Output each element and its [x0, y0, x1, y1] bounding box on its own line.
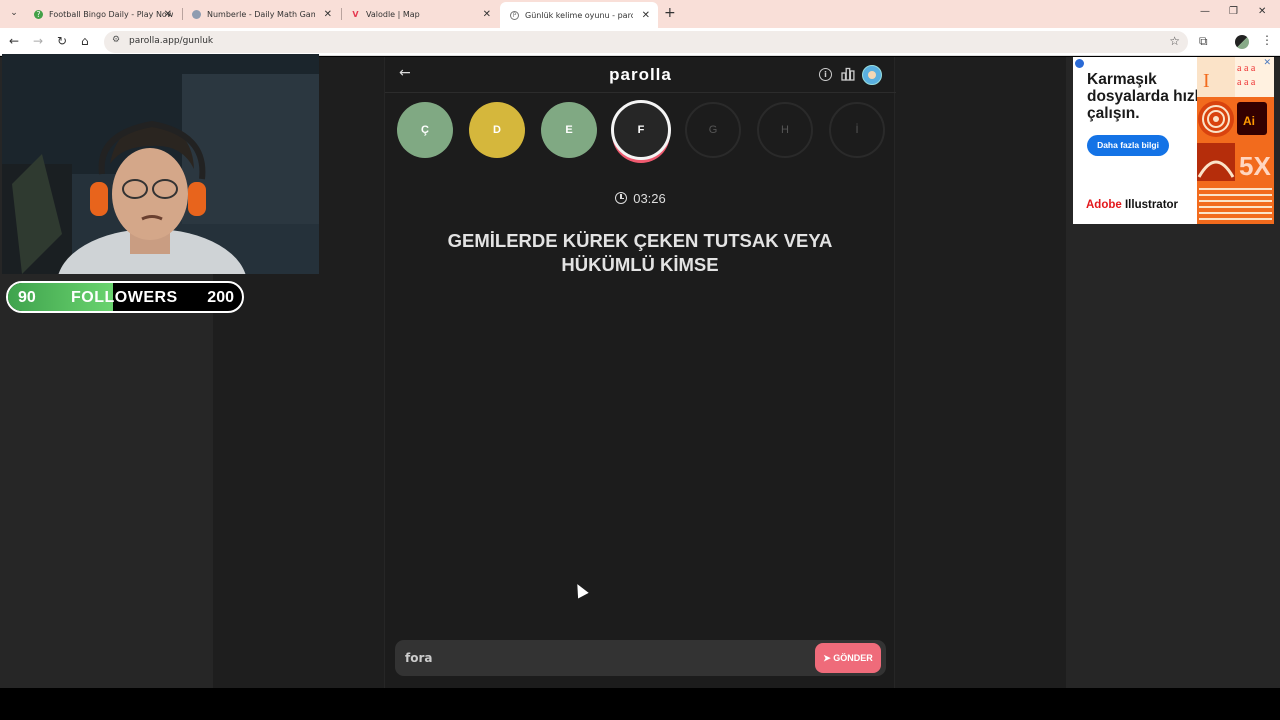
followers-current: 90 — [18, 289, 36, 306]
letter-circle: D — [469, 102, 525, 158]
ad-learn-more-button[interactable]: Daha fazla bilgi — [1087, 135, 1169, 156]
tab-title: Football Bingo Daily - Play Now — [49, 9, 174, 19]
valodle-favicon-icon: V — [352, 9, 359, 19]
webcam-feed — [2, 54, 319, 274]
tab-numberle[interactable]: Numberle - Daily Math Game & ✕ — [182, 3, 340, 25]
current-letter-circle: F — [611, 100, 671, 160]
ad-choices-icon[interactable] — [1075, 59, 1084, 68]
profile-avatar[interactable] — [1235, 35, 1249, 49]
close-tab-icon[interactable]: ✕ — [164, 9, 172, 20]
send-icon: ➤ — [823, 653, 834, 663]
svg-text:a a a: a a a — [1237, 77, 1256, 88]
ad-brand-product: Illustrator — [1124, 199, 1179, 211]
followers-goal: 200 — [207, 289, 234, 306]
letter-circle: Ç — [397, 102, 453, 158]
send-button[interactable]: ➤ GÖNDER — [815, 643, 881, 673]
game-panel: ← parolla i Ç D E F G H İ 03:26 GEMİLERD… — [384, 57, 896, 688]
tab-valodle[interactable]: V Valodle | Map ✕ — [341, 3, 499, 25]
ad-headline: Karmaşık dosyalarda hızlı çalışın. — [1087, 71, 1204, 122]
question-text: GEMİLERDE KÜREK ÇEKEN TUTSAK VEYA HÜKÜML… — [447, 230, 833, 275]
svg-text:a a a: a a a — [1237, 63, 1256, 74]
timer-value: 03:26 — [633, 191, 666, 206]
stats-icon[interactable] — [841, 67, 855, 81]
clock-icon — [615, 192, 628, 204]
close-tab-icon[interactable]: ✕ — [642, 10, 650, 21]
followers-label: FOLLOWERS — [71, 289, 178, 306]
bottom-strip — [0, 688, 1280, 720]
answer-form: ➤ GÖNDER — [395, 640, 886, 676]
send-label: GÖNDER — [833, 653, 873, 663]
tab-title: Valodle | Map — [366, 9, 420, 19]
football-bingo-favicon-icon: ? — [34, 9, 43, 19]
close-tab-icon[interactable]: ✕ — [483, 9, 491, 20]
tab-title: Günlük kelime oyunu - parolla — [525, 10, 633, 20]
svg-text:I: I — [1203, 70, 1210, 92]
back-icon[interactable]: ← — [9, 34, 19, 48]
ad-brand-prefix: Adobe — [1086, 199, 1122, 211]
close-tab-icon[interactable]: ✕ — [324, 9, 332, 20]
minimize-icon[interactable]: — — [1200, 6, 1210, 17]
site-info-icon[interactable]: ⚙ — [112, 35, 120, 45]
reload-icon[interactable]: ↻ — [57, 34, 67, 48]
timer: 03:26 — [385, 191, 896, 206]
user-avatar[interactable] — [862, 65, 882, 85]
menu-icon[interactable]: ⋮ — [1261, 33, 1273, 47]
letter-circle: İ — [829, 102, 885, 158]
close-window-icon[interactable]: ✕ — [1258, 6, 1266, 17]
ad-artwork: I a a a a a a Ai 5X — [1197, 57, 1274, 224]
ad-close-icon[interactable]: ✕ — [1263, 58, 1271, 68]
svg-text:Ai: Ai — [1243, 114, 1255, 128]
forward-icon[interactable]: → — [33, 34, 43, 48]
parolla-favicon-icon: P — [510, 10, 519, 20]
tab-title: Numberle - Daily Math Game & — [207, 9, 315, 19]
letter-circle: E — [541, 102, 597, 158]
tab-search-dropdown-icon[interactable]: ⌄ — [6, 5, 22, 21]
letter-circle: G — [685, 102, 741, 158]
browser-tab-strip: ⌄ ? Football Bingo Daily - Play Now ✕ Nu… — [0, 0, 1280, 28]
browser-toolbar: ← → ↻ ⌂ ⚙ parolla.app/gunluk ☆ ⧉ ⋮ — [0, 28, 1280, 56]
extensions-icon[interactable]: ⧉ — [1199, 34, 1208, 49]
info-icon[interactable]: i — [819, 68, 832, 81]
followers-goal-bar: 90 FOLLOWERS 200 — [6, 281, 244, 313]
tab-parolla[interactable]: P Günlük kelime oyunu - parolla ✕ — [500, 2, 658, 28]
ad-art-text: 5X — [1239, 151, 1271, 181]
tab-football-bingo[interactable]: ? Football Bingo Daily - Play Now ✕ — [24, 3, 180, 25]
ad-brand: Adobe Illustrator — [1086, 199, 1178, 211]
ad-banner[interactable]: Karmaşık dosyalarda hızlı çalışın. Daha … — [1073, 57, 1274, 224]
letter-circle: H — [757, 102, 813, 158]
numberle-favicon-icon — [192, 9, 201, 19]
home-icon[interactable]: ⌂ — [81, 34, 89, 48]
restore-icon[interactable]: ❐ — [1229, 6, 1238, 17]
bookmark-star-icon[interactable]: ☆ — [1169, 34, 1180, 48]
address-bar[interactable]: ⚙ parolla.app/gunluk ☆ — [104, 31, 1188, 53]
game-header: ← parolla i — [385, 57, 896, 93]
url-text[interactable]: parolla.app/gunluk — [129, 36, 213, 46]
answer-input[interactable] — [405, 649, 785, 667]
new-tab-icon[interactable]: + — [664, 5, 676, 21]
